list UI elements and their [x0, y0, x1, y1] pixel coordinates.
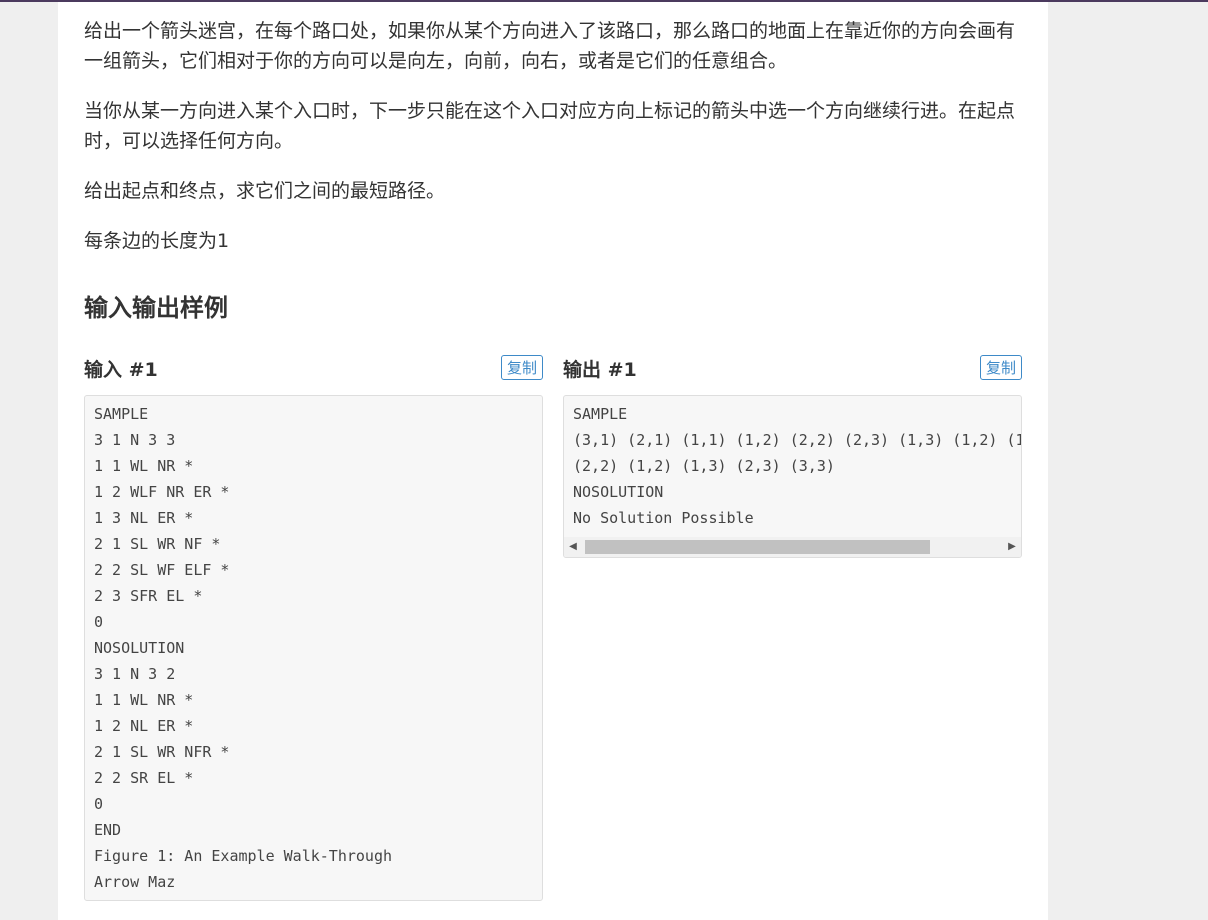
copy-output-button[interactable]: 复制: [979, 355, 1022, 380]
sample-output-code[interactable]: SAMPLE (3,1) (2,1) (1,1) (1,2) (2,2) (2,3…: [563, 395, 1022, 558]
sample-input-line: END: [94, 821, 122, 839]
sample-input-line: 2 2 SL WF ELF *: [94, 561, 230, 579]
sample-input-line: 2 1 SL WR NF *: [94, 535, 221, 553]
section-title-samples: 输入输出样例: [84, 294, 228, 322]
sample-input-lines: SAMPLE 3 1 N 3 3 1 1 WL NR * 1 2 WLF NR ER …: [85, 396, 542, 895]
sample-output-header: 输出 #1 复制: [563, 354, 1022, 388]
description-paragraph-4: 每条边的长度为1: [84, 230, 230, 252]
sample-input-code[interactable]: SAMPLE 3 1 N 3 3 1 1 WL NR * 1 2 WLF NR ER …: [84, 395, 543, 901]
problem-card: 给出一个箭头迷宫，在每个路口处，如果你从某个方向进入了该路口，那么路口的地面上在…: [58, 2, 1048, 920]
sample-input-line: 1 2 WLF NR ER *: [94, 483, 230, 501]
sample-output-line: (3,1) (2,1) (1,1) (1,2) (2,2) (2,3) (1,3…: [573, 431, 1022, 449]
sample-input-label: 输入 #1: [84, 359, 158, 381]
copy-input-button[interactable]: 复制: [500, 355, 543, 380]
sample-input-line: 2 1 SL WR NFR *: [94, 743, 230, 761]
sample-output-line: NOSOLUTION: [573, 483, 664, 501]
sample-output-line: SAMPLE: [573, 405, 628, 423]
sample-input-line: 1 1 WL NR *: [94, 691, 194, 709]
sample-input-line: 1 3 NL ER *: [94, 509, 194, 527]
sample-input-line: 3 1 N 3 2: [94, 665, 176, 683]
sample-input-line: 0: [94, 613, 104, 631]
sample-input-line: 1 1 WL NR *: [94, 457, 194, 475]
scroll-left-arrow-icon[interactable]: ◀: [564, 537, 582, 557]
sample-output-line: (2,2) (1,2) (1,3) (2,3) (3,3): [573, 457, 835, 475]
sample-output-label: 输出 #1: [563, 359, 637, 381]
sample-input-line: Figure 1: An Example Walk-Through: [94, 847, 393, 865]
sample-input-panel: 输入 #1 复制 SAMPLE 3 1 N 3 3 1 1 WL NR * 1 2 W…: [84, 354, 543, 901]
sample-output-line: No Solution Possible: [573, 509, 754, 527]
sample-input-line: 1 2 NL ER *: [94, 717, 194, 735]
sample-output-lines: SAMPLE (3,1) (2,1) (1,1) (1,2) (2,2) (2,3…: [564, 396, 1021, 531]
scroll-right-arrow-icon[interactable]: ▶: [1003, 537, 1021, 557]
sample-input-line: 2 3 SFR EL *: [94, 587, 203, 605]
scrollbar-thumb[interactable]: [585, 540, 930, 554]
description-paragraph-1: 给出一个箭头迷宫，在每个路口处，如果你从某个方向进入了该路口，那么路口的地面上在…: [84, 20, 1016, 72]
sample-input-line: 0: [94, 795, 104, 813]
description-paragraph-3: 给出起点和终点，求它们之间的最短路径。: [84, 180, 446, 202]
sample-output-panel: 输出 #1 复制 SAMPLE (3,1) (2,1) (1,1) (1,2) (…: [563, 354, 1022, 558]
sample-input-line: NOSOLUTION: [94, 639, 185, 657]
sample-input-line: 3 1 N 3 3: [94, 431, 176, 449]
sample-input-header: 输入 #1 复制: [84, 354, 543, 388]
sample-input-line: Arrow Maz: [94, 873, 176, 891]
horizontal-scrollbar[interactable]: ◀ ▶: [564, 537, 1021, 557]
sample-input-line: SAMPLE: [94, 405, 149, 423]
sample-input-line: 2 2 SR EL *: [94, 769, 194, 787]
description-paragraph-2: 当你从某一方向进入某个入口时，下一步只能在这个入口对应方向上标记的箭头中选一个方…: [84, 100, 1016, 152]
